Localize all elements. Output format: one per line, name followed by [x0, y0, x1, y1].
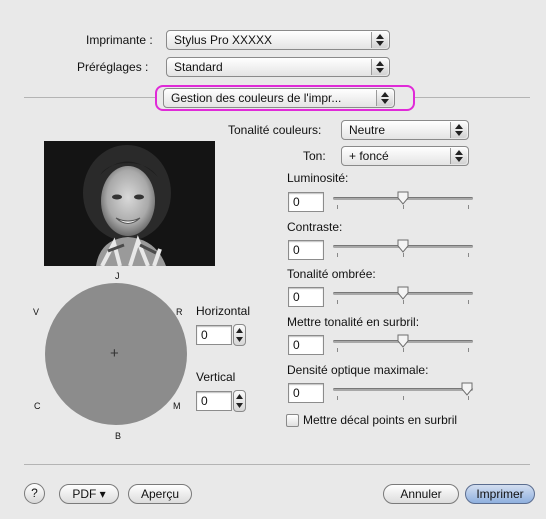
preview-photo	[44, 141, 215, 266]
max-density-field[interactable]: 0	[288, 383, 324, 403]
horizontal-label: Horizontal	[196, 304, 251, 318]
slider-tick	[403, 300, 404, 304]
cancel-button[interactable]: Annuler	[383, 484, 459, 504]
help-button[interactable]: ?	[24, 483, 45, 504]
updown-arrows-icon	[376, 90, 393, 106]
wheel-label-bottom: B	[115, 431, 122, 441]
printer-popup[interactable]: Stylus Pro XXXXX	[166, 30, 390, 50]
slider-tick	[403, 396, 404, 400]
slider-thumb[interactable]	[397, 191, 409, 205]
slider-track	[333, 388, 473, 391]
slider-tick	[403, 205, 404, 209]
tone-label: Tonalité couleurs:	[228, 123, 322, 137]
updown-arrows-icon	[371, 32, 388, 48]
ton-value: + foncé	[349, 149, 389, 163]
highlight-dots-label: Mettre décal points en surbril	[303, 413, 458, 427]
stepper-arrows-icon	[236, 328, 243, 342]
presets-value: Standard	[174, 60, 223, 74]
shadow-tone-label: Tonalité ombrée:	[287, 267, 376, 281]
printer-value: Stylus Pro XXXXX	[174, 33, 273, 47]
slider-tick	[468, 253, 469, 257]
max-density-slider[interactable]	[333, 382, 473, 402]
slider-tick	[403, 253, 404, 257]
slider-thumb[interactable]	[397, 286, 409, 300]
updown-arrows-icon	[371, 59, 388, 75]
wheel-label-right-top: R	[176, 307, 183, 317]
wheel-label-top: J	[115, 271, 120, 281]
brightness-label: Luminosité:	[287, 171, 349, 185]
wheel-label-right-bottom: M	[173, 401, 181, 411]
slider-tick	[468, 396, 469, 400]
print-button[interactable]: Imprimer	[465, 484, 535, 504]
slider-tick	[337, 253, 338, 257]
vertical-field[interactable]: 0	[196, 391, 232, 411]
slider-thumb[interactable]	[461, 382, 473, 396]
wheel-label-left-bottom: C	[34, 401, 41, 411]
slider-tick	[468, 205, 469, 209]
contrast-slider[interactable]	[333, 239, 473, 259]
tone-popup[interactable]: Neutre	[341, 120, 469, 140]
contrast-field[interactable]: 0	[288, 240, 324, 260]
brightness-slider[interactable]	[333, 191, 473, 211]
preview-button[interactable]: Aperçu	[128, 484, 192, 504]
wheel-label-left: V	[33, 307, 40, 317]
updown-arrows-icon	[450, 148, 467, 164]
horizontal-field[interactable]: 0	[196, 325, 232, 345]
vertical-stepper[interactable]	[233, 390, 246, 412]
contrast-label: Contraste:	[287, 220, 343, 234]
vertical-label: Vertical	[196, 370, 236, 384]
highlight-tone-slider[interactable]	[333, 334, 473, 354]
divider-left	[24, 97, 156, 98]
updown-arrows-icon	[450, 122, 467, 138]
slider-tick	[403, 348, 404, 352]
brightness-field[interactable]: 0	[288, 192, 324, 212]
slider-tick	[468, 348, 469, 352]
presets-label: Préréglages :	[77, 60, 149, 74]
ton-label: Ton:	[303, 149, 326, 163]
slider-tick	[468, 300, 469, 304]
horizontal-stepper[interactable]	[233, 324, 246, 346]
panel-popup[interactable]: Gestion des couleurs de l'impr...	[163, 88, 395, 108]
slider-tick	[337, 300, 338, 304]
wheel-center-marker[interactable]: +	[110, 345, 119, 362]
printer-label: Imprimante :	[86, 33, 153, 47]
divider-right	[415, 97, 530, 98]
pdf-button[interactable]: PDF ▾	[59, 484, 119, 504]
slider-tick	[337, 396, 338, 400]
ton-popup[interactable]: + foncé	[341, 146, 469, 166]
highlight-tone-label: Mettre tonalité en surbril:	[287, 315, 420, 329]
stepper-arrows-icon	[236, 394, 243, 408]
shadow-tone-field[interactable]: 0	[288, 287, 324, 307]
slider-thumb[interactable]	[397, 239, 409, 253]
highlight-tone-field[interactable]: 0	[288, 335, 324, 355]
slider-thumb[interactable]	[397, 334, 409, 348]
tone-value: Neutre	[349, 123, 386, 137]
panel-value: Gestion des couleurs de l'impr...	[171, 91, 342, 105]
slider-tick	[337, 205, 338, 209]
divider-bottom	[24, 464, 530, 465]
shadow-tone-slider[interactable]	[333, 286, 473, 306]
max-density-label: Densité optique maximale:	[287, 363, 429, 377]
slider-tick	[337, 348, 338, 352]
highlight-dots-checkbox[interactable]	[286, 414, 299, 427]
presets-popup[interactable]: Standard	[166, 57, 390, 77]
